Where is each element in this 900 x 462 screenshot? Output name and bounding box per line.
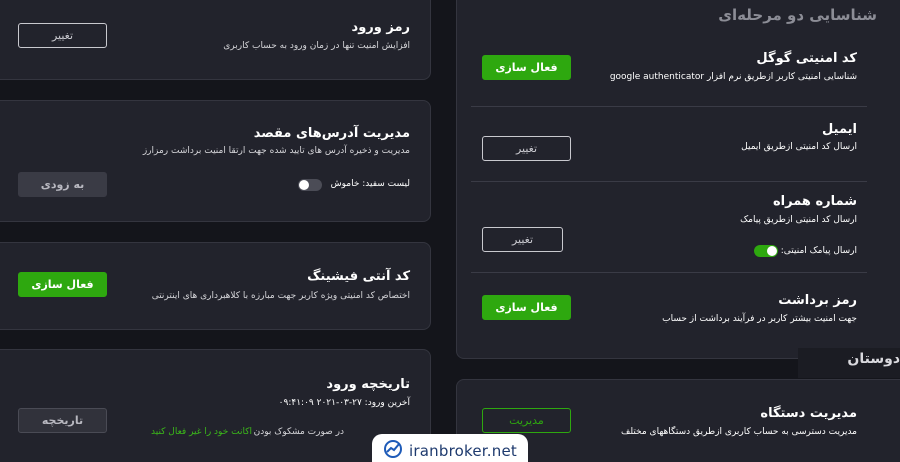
sms-toggle[interactable] — [754, 245, 778, 257]
withdrawal-password-title: رمز برداشت — [778, 293, 857, 308]
anti-phishing-title: کد آنتی فیشینگ — [307, 269, 410, 284]
withdrawal-password-activate-button[interactable]: فعال سازی — [482, 295, 571, 320]
divider — [471, 272, 867, 273]
login-history-card: تاریخچه ورود آخرین ورود: ۲۷-۰۳-۲۰۲۱ ۰۹:۴… — [0, 349, 431, 462]
deactivate-account-link[interactable]: اکانت خود را غیر فعال کنید — [151, 427, 252, 437]
iranbroker-logo: iranbroker.net — [372, 434, 528, 462]
whitelist-toggle[interactable] — [298, 179, 322, 191]
anti-phishing-card: کد آنتی فیشینگ اختصاص کد امنیتی ویژه کار… — [0, 242, 431, 330]
password-card: رمز ورود افزایش امنیت تنها در زمان ورود … — [0, 0, 431, 80]
email-change-button[interactable]: تغییر — [482, 136, 571, 161]
address-management-card: مدیریت آدرس‌های مقصد مدیریت و ذخیره آدرس… — [0, 100, 431, 222]
address-title: مدیریت آدرس‌های مقصد — [253, 126, 410, 141]
address-desc: مدیریت و ذخیره آدرس های تایید شده جهت ار… — [142, 146, 410, 156]
anti-phishing-desc: اختصاص کد امنیتی ویژه کاربر جهت مبارزه ب… — [151, 291, 410, 301]
mobile-desc: ارسال کد امنیتی ازطریق پیامک — [740, 215, 857, 225]
anti-phishing-activate-button[interactable]: فعال سازی — [18, 272, 107, 297]
two-factor-heading: شناسایی دو مرحله‌ای — [718, 6, 877, 24]
two-factor-card: شناسایی دو مرحله‌ای کد امنیتی گوگل شناسا… — [456, 0, 900, 359]
whitelist-label: لیست سفید: خاموش — [330, 179, 410, 189]
password-desc: افزایش امنیت تنها در زمان ورود به حساب ک… — [223, 41, 410, 51]
google-auth-activate-button[interactable]: فعال سازی — [482, 55, 571, 80]
friends-tab-label: دوستان — [847, 351, 900, 367]
login-history-button[interactable]: تاریخچه — [18, 408, 107, 433]
mobile-change-button[interactable]: تغییر — [482, 227, 563, 252]
email-desc: ارسال کد امنیتی ازطریق ایمیل — [741, 142, 857, 152]
device-manage-button[interactable]: مدیریت — [482, 408, 571, 433]
iranbroker-logo-icon — [383, 439, 403, 462]
withdrawal-password-desc: جهت امنیت بیشتر کاربر در فرآیند برداشت ا… — [662, 314, 857, 324]
suspicious-text: در صورت مشکوک بودن — [253, 427, 344, 437]
last-login-text: آخرین ورود: ۲۷-۰۳-۲۰۲۱ ۰۹:۴۱:۰۹ — [278, 398, 410, 408]
device-management-title: مدیریت دستگاه — [760, 406, 857, 421]
email-title: ایمیل — [822, 122, 857, 137]
login-history-title: تاریخچه ورود — [326, 377, 410, 392]
logo-text: iranbroker.net — [409, 442, 517, 460]
mobile-title: شماره همراه — [772, 194, 857, 209]
coming-soon-button[interactable]: به زودی — [18, 172, 107, 197]
friends-tab[interactable]: دوستان — [798, 348, 900, 378]
divider — [471, 106, 867, 107]
device-management-desc: مدیریت دسترسی به حساب کاربری ازطریق دستگ… — [621, 427, 857, 437]
google-auth-title: کد امنیتی گوگل — [756, 51, 857, 66]
google-auth-desc: شناسایی امنیتی کاربر ازطریق نرم افزار go… — [609, 72, 857, 82]
divider — [471, 181, 867, 182]
password-change-button[interactable]: تغییر — [18, 23, 107, 48]
password-title: رمز ورود — [351, 20, 410, 35]
